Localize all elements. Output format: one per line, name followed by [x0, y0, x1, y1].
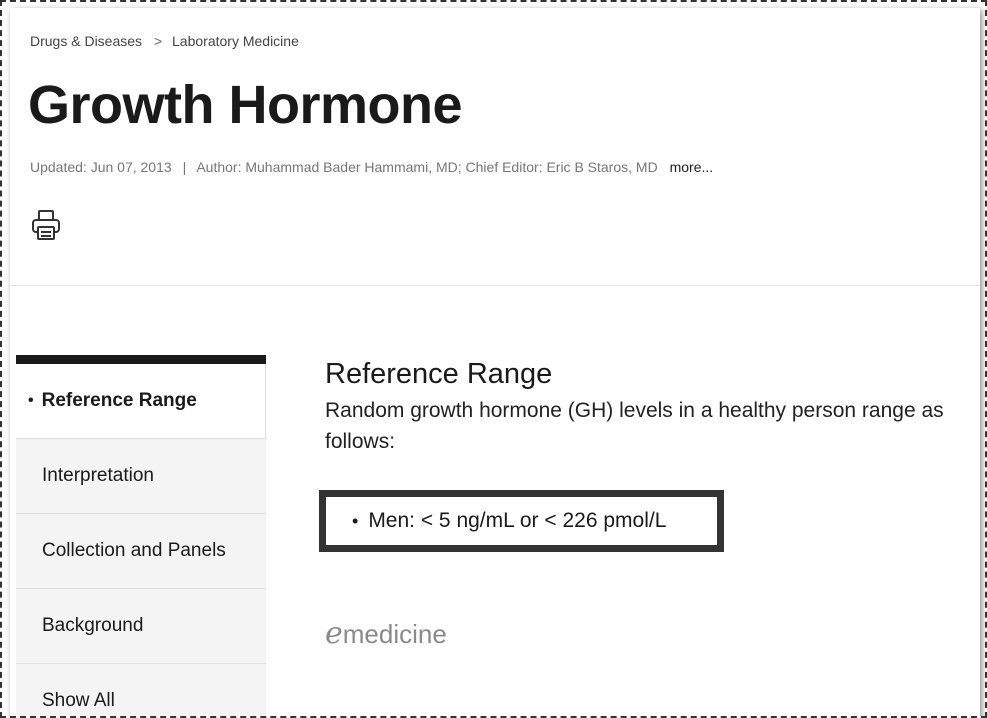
sidebar-item-label: Collection and Panels	[42, 540, 226, 561]
sidebar-item-show-all[interactable]: Show All	[16, 664, 266, 716]
logo-word: medicine	[342, 619, 447, 649]
section-nav: • Reference Range Interpretation Collect…	[16, 355, 266, 716]
section-title: Reference Range	[325, 358, 553, 390]
article-authors: Author: Muhammad Bader Hammami, MD; Chie…	[196, 159, 658, 175]
breadcrumb: Drugs & Diseases > Laboratory Medicine	[30, 33, 299, 49]
sidebar-item-background[interactable]: Background	[16, 589, 266, 664]
sidebar-item-label: Show All	[42, 690, 115, 711]
screenshot-frame: Drugs & Diseases > Laboratory Medicine G…	[0, 0, 987, 718]
sidebar-item-reference-range[interactable]: • Reference Range	[16, 364, 266, 439]
more-link[interactable]: more...	[670, 159, 714, 175]
breadcrumb-separator: >	[153, 33, 163, 49]
sidebar-item-collection-and-panels[interactable]: Collection and Panels	[16, 514, 266, 589]
page-title: Growth Hormone	[28, 75, 463, 135]
sidebar-item-label: Interpretation	[42, 465, 154, 486]
emedicine-logo: emedicine	[325, 616, 447, 651]
article-page: Drugs & Diseases > Laboratory Medicine G…	[10, 8, 980, 716]
logo-letter: e	[325, 616, 343, 651]
reference-range-section: Reference Range Random growth hormone (G…	[319, 358, 975, 651]
article-meta: Updated: Jun 07, 2013 | Author: Muhammad…	[30, 159, 713, 175]
sidebar-item-label: Reference Range	[41, 390, 197, 411]
active-bullet: •	[28, 392, 34, 409]
header-divider	[10, 285, 980, 286]
meta-divider: |	[182, 159, 187, 175]
updated-date: Updated: Jun 07, 2013	[30, 159, 172, 175]
printer-icon[interactable]	[29, 208, 63, 242]
breadcrumb-link-drugs-diseases[interactable]: Drugs & Diseases	[30, 33, 142, 49]
highlighted-reference-range: • Men: < 5 ng/mL or < 226 pmol/L	[319, 490, 724, 552]
breadcrumb-link-laboratory-medicine[interactable]: Laboratory Medicine	[172, 33, 299, 49]
sidebar-item-label: Background	[42, 615, 144, 636]
list-item: Men: < 5 ng/mL or < 226 pmol/L	[368, 509, 667, 532]
list-bullet: •	[352, 510, 359, 531]
sidebar-item-interpretation[interactable]: Interpretation	[16, 439, 266, 514]
section-intro: Random growth hormone (GH) levels in a h…	[325, 399, 944, 453]
